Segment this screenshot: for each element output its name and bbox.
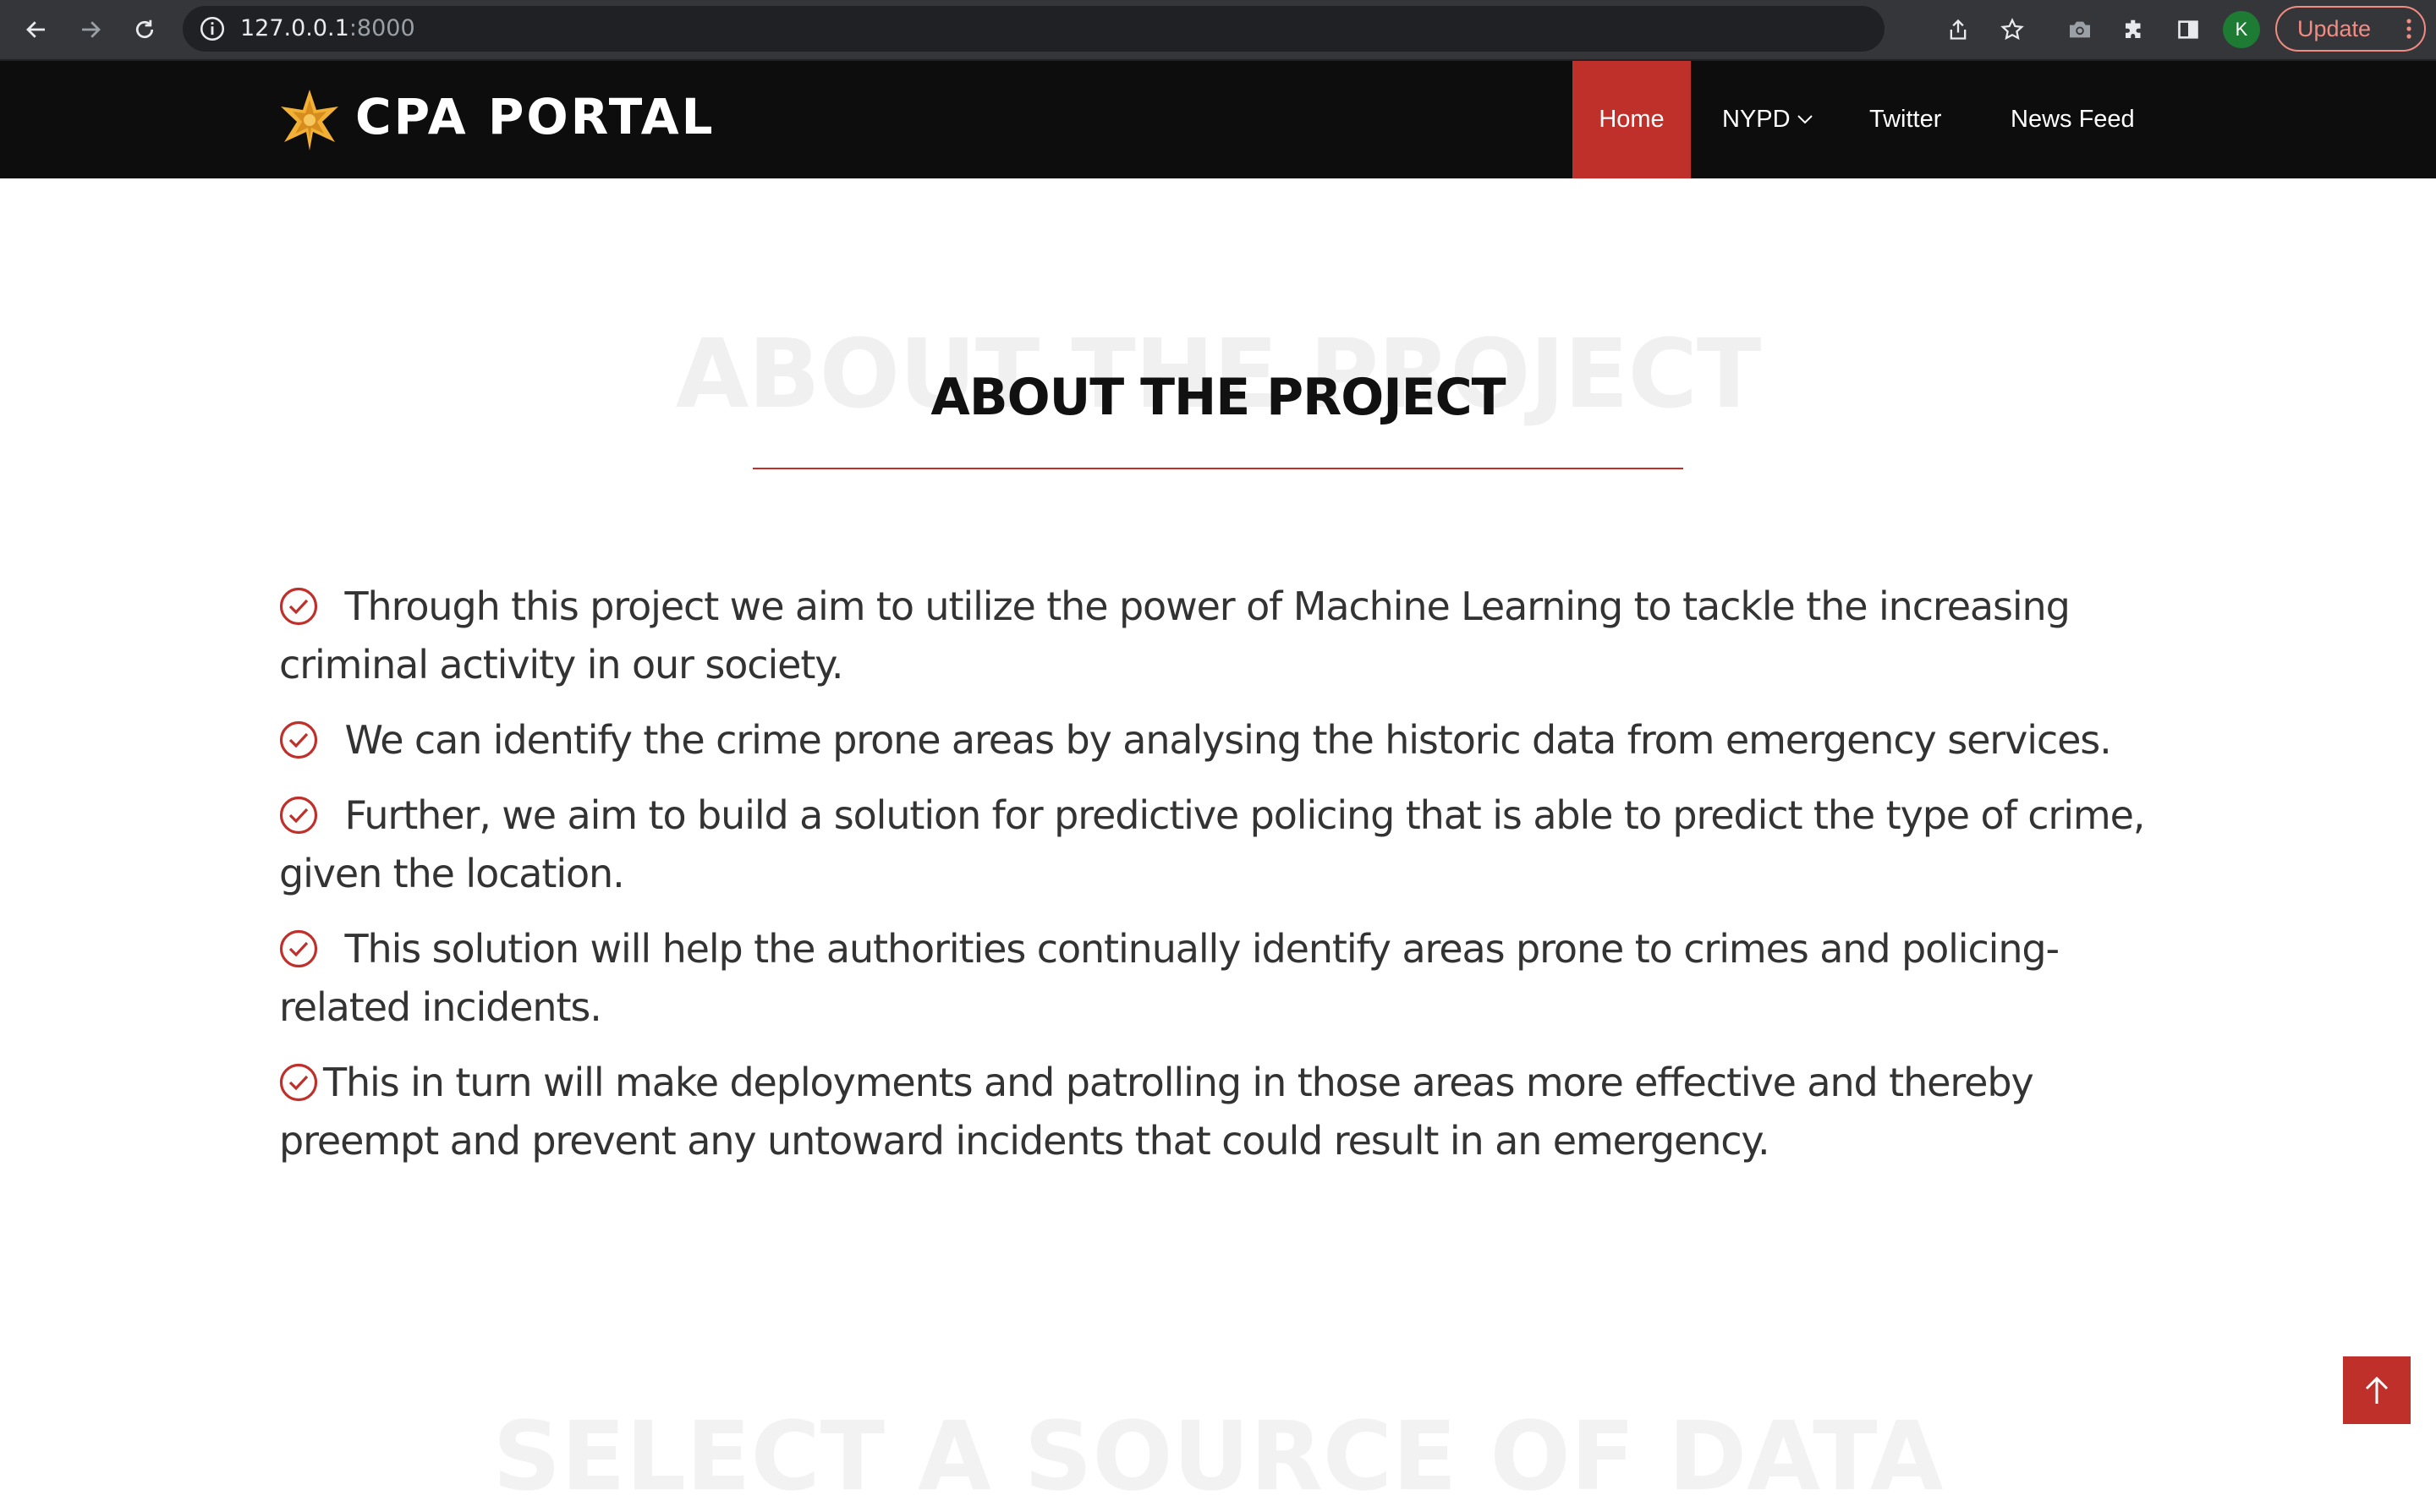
browser-toolbar: 127.0.0.1:8000 K Update [0, 0, 2436, 61]
forward-icon[interactable] [69, 8, 112, 51]
nav-news-feed[interactable]: News Feed [2011, 61, 2137, 178]
list-item: Through this project we aim to utilize t… [279, 578, 2165, 694]
list-item-text: This in turn will make deployments and p… [279, 1060, 2034, 1164]
list-item: This solution will help the authorities … [279, 920, 2165, 1037]
reload-icon[interactable] [123, 8, 166, 51]
section-title: ABOUT THE PROJECT [930, 368, 1506, 427]
update-button[interactable]: Update [2275, 6, 2426, 52]
list-item-text: We can identify the crime prone areas by… [333, 717, 2112, 763]
profile-avatar[interactable]: K [2223, 11, 2260, 48]
url-host: 127.0.0.1 [240, 15, 349, 41]
check-circle-icon [279, 587, 318, 626]
nav-nypd-label: NYPD [1722, 106, 1791, 133]
arrow-up-icon [2365, 1376, 2389, 1404]
address-bar[interactable]: 127.0.0.1:8000 [183, 6, 1885, 52]
kebab-menu-icon [2406, 19, 2411, 39]
nav-nypd-dropdown[interactable]: NYPD [1722, 61, 1815, 178]
check-circle-icon [279, 929, 318, 968]
back-icon[interactable] [15, 8, 58, 51]
site-header: CPA PORTAL Home NYPD Twitter News Feed [0, 61, 2436, 178]
back-to-top-button[interactable] [2343, 1356, 2411, 1424]
extensions-icon[interactable] [2113, 8, 2155, 51]
side-panel-icon[interactable] [2167, 8, 2209, 51]
next-section-ghost-title: SELECT A SOURCE OF DATA [492, 1402, 1944, 1512]
project-goals-list: Through this project we aim to utilize t… [279, 578, 2165, 1187]
list-item-text: This solution will help the authorities … [279, 926, 2060, 1030]
star-icon[interactable] [1991, 8, 2033, 51]
list-item: This in turn will make deployments and p… [279, 1054, 2165, 1170]
share-icon[interactable] [1937, 8, 1979, 51]
info-icon[interactable] [198, 14, 227, 43]
list-item: Further, we aim to build a solution for … [279, 786, 2165, 903]
check-circle-icon [279, 720, 318, 759]
logo-text[interactable]: CPA PORTAL [355, 61, 716, 173]
list-item-text: Through this project we aim to utilize t… [279, 583, 2071, 688]
chevron-down-icon [1797, 115, 1813, 124]
star-badge-icon[interactable] [279, 88, 340, 152]
url-port: :8000 [348, 15, 415, 41]
url-text: 127.0.0.1:8000 [240, 6, 415, 52]
title-underline [753, 468, 1683, 469]
check-circle-icon [279, 796, 318, 835]
nav-home[interactable]: Home [1572, 61, 1691, 178]
camera-icon[interactable] [2059, 8, 2101, 51]
update-label: Update [2297, 16, 2372, 41]
nav-twitter[interactable]: Twitter [1869, 61, 1954, 178]
list-item: We can identify the crime prone areas by… [279, 711, 2165, 770]
check-circle-icon [279, 1063, 318, 1102]
list-item-text: Further, we aim to build a solution for … [279, 792, 2145, 896]
